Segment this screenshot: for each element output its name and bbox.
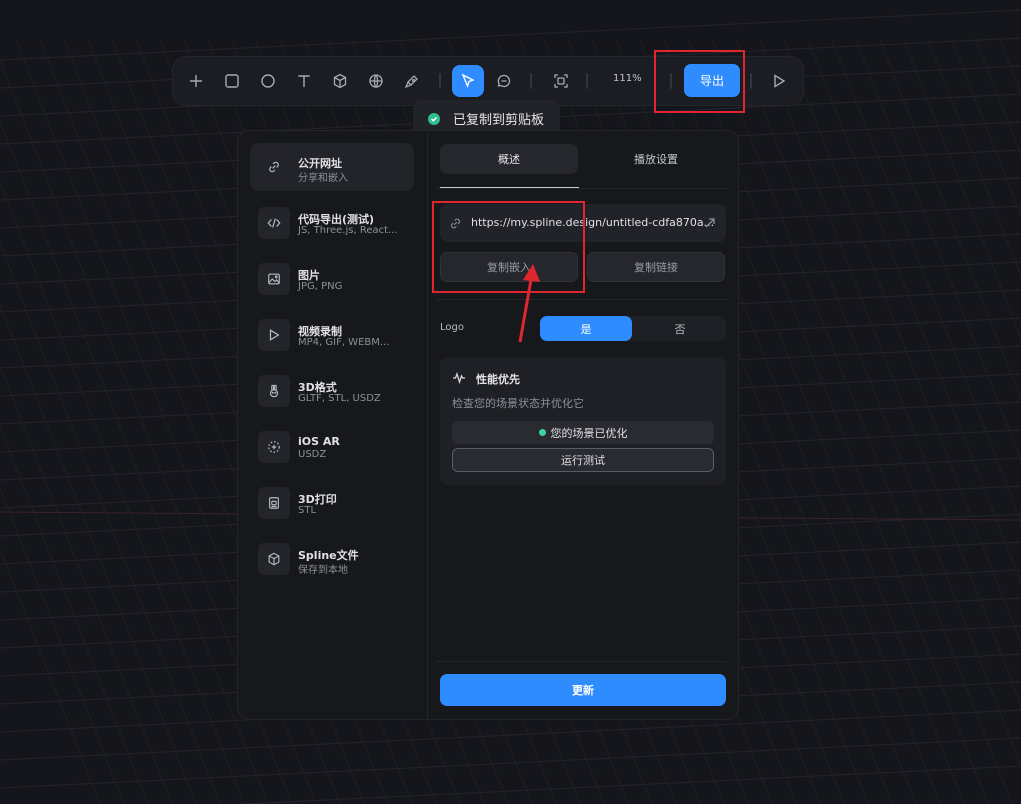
export-highlight-box (654, 50, 745, 113)
ar-icon (258, 431, 290, 463)
logo-no-option[interactable]: 否 (634, 316, 726, 341)
sidebar-item-video[interactable]: 视频录制 MP4, GIF, WEBM... (250, 311, 414, 359)
tab-playback-settings[interactable]: 播放设置 (587, 144, 725, 174)
rectangle-icon (225, 74, 239, 88)
comment-tool-button[interactable] (490, 67, 518, 95)
box-icon (258, 543, 290, 575)
sidebar-item-title: iOS AR (298, 435, 340, 448)
pen-tool-button[interactable] (398, 67, 426, 95)
globe-icon (369, 74, 383, 88)
optimization-status: 您的场景已优化 (452, 421, 714, 444)
copy-embed-highlight-box (432, 201, 585, 293)
sidebar-item-3d-formats[interactable]: 3D格式 GLTF, STL, USDZ (250, 367, 414, 415)
select-tool-button[interactable] (452, 65, 484, 97)
plus-icon (190, 75, 202, 87)
logo-yes-option[interactable]: 是 (540, 316, 632, 341)
divider (436, 661, 726, 662)
text-tool-button[interactable] (290, 67, 318, 95)
copy-link-button[interactable]: 复制链接 (587, 252, 725, 282)
comment-icon (497, 74, 511, 88)
check-circle-icon (428, 112, 440, 125)
3d-object-tool-button[interactable] (326, 67, 354, 95)
update-button[interactable]: 更新 (440, 674, 726, 706)
ellipse-tool-button[interactable] (254, 67, 282, 95)
environment-tool-button[interactable] (362, 67, 390, 95)
image-icon (258, 263, 290, 295)
toast-text: 已复制到剪贴板 (453, 113, 545, 128)
open-external-icon[interactable] (704, 217, 716, 229)
sidebar-item-spline-file[interactable]: Spline文件 保存到本地 (250, 535, 414, 583)
sidebar-item-subtitle: JS, Three.js, React... (298, 225, 398, 236)
annotation-arrow-icon (518, 264, 540, 343)
tab-overview[interactable]: 概述 (440, 144, 578, 174)
performance-card: 性能优先 检查您的场景状态并优化它 您的场景已优化 运行测试 (440, 357, 726, 485)
toolbar-separator (586, 73, 588, 89)
play-icon (258, 319, 290, 351)
run-test-button[interactable]: 运行测试 (452, 448, 714, 472)
rabbit-icon (258, 375, 290, 407)
sidebar-item-code-export[interactable]: 代码导出(测试) JS, Three.js, React... (250, 199, 414, 247)
play-button[interactable] (765, 67, 793, 95)
link-icon (258, 151, 290, 183)
text-icon (298, 75, 310, 87)
toolbar-separator (750, 73, 752, 89)
sidebar-item-subtitle: MP4, GIF, WEBM... (298, 337, 390, 348)
divider (436, 299, 726, 300)
pen-icon (404, 75, 418, 89)
frame-view-button[interactable] (547, 67, 575, 95)
sidebar-item-3d-print[interactable]: 3D打印 STL (250, 479, 414, 527)
cube-icon (333, 73, 347, 89)
zoom-level[interactable]: 111% (613, 73, 642, 84)
divider (436, 188, 726, 189)
sidebar-item-ios-ar[interactable]: iOS AR USDZ (250, 423, 414, 471)
sidebar-item-subtitle: 保存到本地 (298, 565, 348, 576)
logo-label: Logo (440, 322, 464, 333)
add-tool-button[interactable] (182, 67, 210, 95)
pulse-icon (453, 371, 465, 385)
status-text: 您的场景已优化 (550, 426, 628, 440)
printer-icon (258, 487, 290, 519)
code-icon (258, 207, 290, 239)
play-icon (774, 74, 786, 88)
sidebar-item-subtitle: 分享和嵌入 (298, 173, 348, 184)
performance-title: 性能优先 (476, 373, 520, 386)
frame-icon (554, 74, 568, 88)
performance-description: 检查您的场景状态并优化它 (452, 397, 584, 410)
circle-icon (261, 74, 275, 88)
sidebar-item-subtitle: JPG, PNG (298, 281, 343, 292)
status-dot-icon (538, 429, 546, 436)
sidebar-item-subtitle: STL (298, 505, 317, 516)
toolbar-separator (439, 73, 441, 89)
sidebar-item-subtitle: GLTF, STL, USDZ (298, 393, 381, 404)
sidebar-item-subtitle: USDZ (298, 449, 327, 460)
export-sidebar: 公开网址 分享和嵌入 代码导出(测试) JS, Three.js, React.… (238, 131, 428, 719)
logo-toggle: 是 否 (540, 316, 726, 341)
sidebar-item-public-url[interactable]: 公开网址 分享和嵌入 (250, 143, 414, 191)
toolbar-separator (530, 73, 532, 89)
sidebar-item-image[interactable]: 图片 JPG, PNG (250, 255, 414, 303)
pointer-icon (461, 73, 475, 89)
rectangle-tool-button[interactable] (218, 67, 246, 95)
